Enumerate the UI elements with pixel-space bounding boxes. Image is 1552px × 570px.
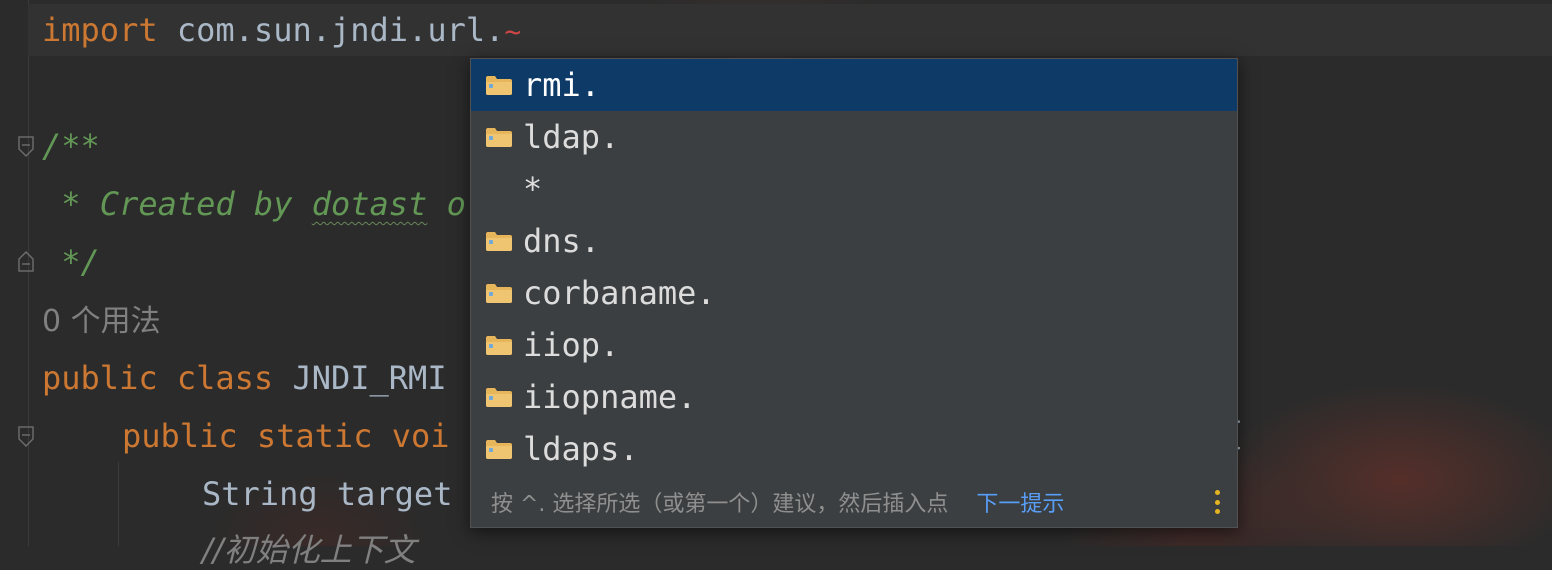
more-options-icon[interactable]: [1215, 490, 1221, 514]
package-folder-icon: [485, 126, 513, 148]
completion-hint-text: 按 ^. 选择所选（或第一个）建议，然后插入点: [491, 492, 949, 517]
line-comment: //初始化上下文: [202, 531, 416, 569]
completion-item-label: ldap.: [523, 118, 620, 156]
blank-icon: [485, 178, 513, 200]
completion-item-label: rmi.: [523, 66, 601, 104]
fold-marker-icon[interactable]: [16, 424, 36, 450]
indent-guide: [118, 462, 119, 546]
code-line-doc-close[interactable]: */: [42, 242, 100, 282]
completion-item-label: iiopname.: [523, 378, 697, 416]
code-line-method-decl[interactable]: public static voi: [122, 416, 450, 456]
completion-item[interactable]: ldaps.: [471, 423, 1237, 475]
completion-item-label: iiop.: [523, 326, 620, 364]
keyword-static: static: [256, 417, 373, 455]
completion-item[interactable]: iiopname.: [471, 371, 1237, 423]
completion-item-label: dns.: [523, 222, 601, 260]
code-line-doc-body[interactable]: * Created by dotast o: [42, 184, 466, 224]
keyword-public: public: [122, 417, 238, 455]
code-line-string-target[interactable]: String target: [202, 474, 452, 514]
code-line-import[interactable]: import com.sun.jndi.url.~: [42, 10, 521, 52]
keyword-import: import: [42, 11, 158, 49]
keyword-class: class: [176, 359, 274, 397]
completion-item[interactable]: iiop.: [471, 319, 1237, 371]
package-folder-icon: [485, 74, 513, 96]
completion-footer: 按 ^. 选择所选（或第一个）建议，然后插入点 下一提示: [471, 477, 1237, 527]
doc-comment-text: * Created by: [42, 185, 312, 223]
keyword-public: public: [42, 359, 158, 397]
code-line-class-decl[interactable]: public class JNDI_RMI: [42, 358, 447, 398]
package-folder-icon: [485, 438, 513, 460]
completion-item-label: *: [523, 170, 543, 208]
fold-marker-icon[interactable]: [16, 248, 36, 274]
doc-comment-close: */: [42, 243, 100, 281]
fold-marker-icon[interactable]: [16, 134, 36, 160]
completion-item[interactable]: dns.: [471, 215, 1237, 267]
completion-item[interactable]: rmi.: [471, 59, 1237, 111]
completion-item-label: ldaps.: [523, 430, 639, 468]
completion-item-label: corbaname.: [523, 274, 716, 312]
package-folder-icon: [485, 230, 513, 252]
next-tip-link[interactable]: 下一提示: [976, 486, 1064, 518]
completion-item[interactable]: corbaname.: [471, 267, 1237, 319]
string-declaration: String target: [202, 475, 453, 513]
completion-item[interactable]: *: [471, 163, 1237, 215]
package-folder-icon: [485, 386, 513, 408]
code-line-comment-partial[interactable]: //初始化上下文: [202, 530, 416, 570]
doc-comment-author: dotast: [311, 185, 428, 223]
completion-item[interactable]: ldap.: [471, 111, 1237, 163]
doc-comment-continuation: o: [427, 185, 466, 223]
error-squiggle-marker: ~: [504, 15, 522, 48]
code-line-doc-open[interactable]: /**: [42, 126, 100, 166]
usages-inlay-hint[interactable]: 0 个用法: [42, 302, 161, 342]
package-folder-icon: [485, 282, 513, 304]
usages-count: 0 个用法: [42, 304, 161, 339]
class-name: JNDI_RMI: [292, 359, 447, 397]
import-package: com.sun.jndi.url.: [176, 11, 505, 49]
package-folder-icon: [485, 334, 513, 356]
keyword-void: voi: [391, 417, 450, 455]
code-completion-popup[interactable]: rmi. ldap. * dns. corbaname. iiop. iiopname. ld…: [470, 58, 1238, 528]
doc-comment-open: /**: [42, 127, 100, 165]
